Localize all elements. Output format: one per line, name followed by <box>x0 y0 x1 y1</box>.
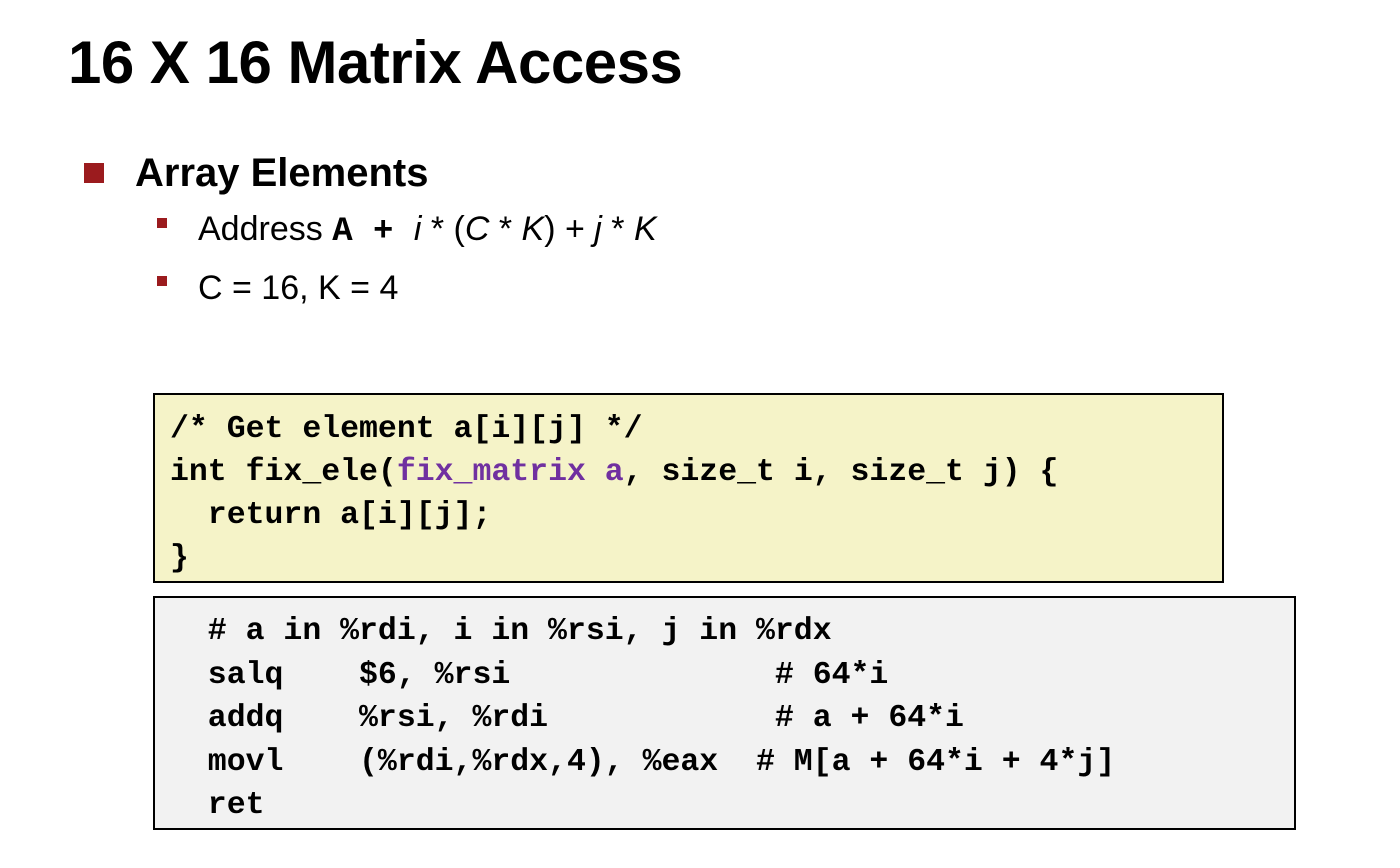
page-title: 16 X 16 Matrix Access <box>68 29 683 96</box>
formula-k1: K <box>521 209 545 248</box>
code-line: int fix_ele(fix_matrix a, size_t i, size… <box>170 451 1222 494</box>
assembly-code-block: # a in %rdi, i in %rsi, j in %rdx salq $… <box>153 596 1296 830</box>
code-text: int fix_ele( <box>170 455 397 490</box>
formula-star2: * <box>489 209 522 248</box>
formula-plus: + <box>352 212 414 251</box>
bullet-constants: C = 16, K = 4 <box>157 268 398 308</box>
formula-star1: * ( <box>421 209 465 248</box>
constants-text: C = 16, K = 4 <box>198 268 399 307</box>
sub-bullet-square-icon <box>157 276 167 286</box>
bullet-square-icon <box>84 163 104 183</box>
sub-bullet-square-icon <box>157 218 167 228</box>
code-line: /* Get element a[i][j] */ <box>170 412 643 447</box>
code-line: return a[i][j]; <box>170 498 492 533</box>
formula-star3: * <box>601 209 634 248</box>
bullet-array-elements: Array Elements <box>84 150 428 196</box>
c-code-block: /* Get element a[i][j] */ int fix_ele(fix… <box>153 393 1224 583</box>
formula-base: A <box>332 212 353 251</box>
code-highlight: fix_matrix a <box>396 455 624 490</box>
code-text: , size_t i, size_t j) { <box>623 455 1059 490</box>
formula-close: ) + <box>544 209 595 248</box>
asm-line: addq %rsi, %rdi # a + 64*i <box>170 701 964 736</box>
formula-j: j <box>594 209 602 248</box>
code-line: } <box>170 541 189 576</box>
formula-prefix: Address <box>198 209 333 248</box>
address-formula: Address A + i * (C * K) + j * K <box>198 210 657 251</box>
formula-k2: K <box>633 209 657 248</box>
bullet-label: Array Elements <box>135 150 429 195</box>
formula-c: C <box>464 209 490 248</box>
asm-line: # a in %rdi, i in %rsi, j in %rdx <box>170 614 832 649</box>
asm-line: ret <box>170 788 265 823</box>
asm-line: salq $6, %rsi # 64*i <box>170 657 889 693</box>
bullet-address-formula: Address A + i * (C * K) + j * K <box>157 210 657 251</box>
asm-line: movl (%rdi,%rdx,4), %eax # M[a + 64*i + … <box>170 744 1116 780</box>
